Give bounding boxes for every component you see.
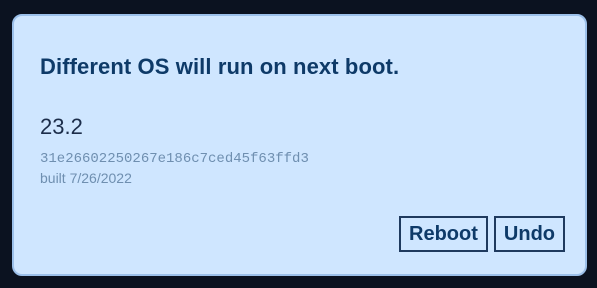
- notification-actions: Reboot Undo: [399, 216, 565, 252]
- commit-hash: 31e26602250267e186c7ced45f63ffd3: [40, 151, 309, 167]
- build-date: built 7/26/2022: [40, 170, 132, 186]
- version-number: 23.2: [40, 114, 83, 139]
- reboot-button[interactable]: Reboot: [399, 216, 488, 252]
- undo-button[interactable]: Undo: [493, 216, 565, 252]
- os-change-notification: Different OS will run on next boot. 23.2…: [12, 14, 587, 276]
- notification-title: Different OS will run on next boot.: [40, 54, 400, 79]
